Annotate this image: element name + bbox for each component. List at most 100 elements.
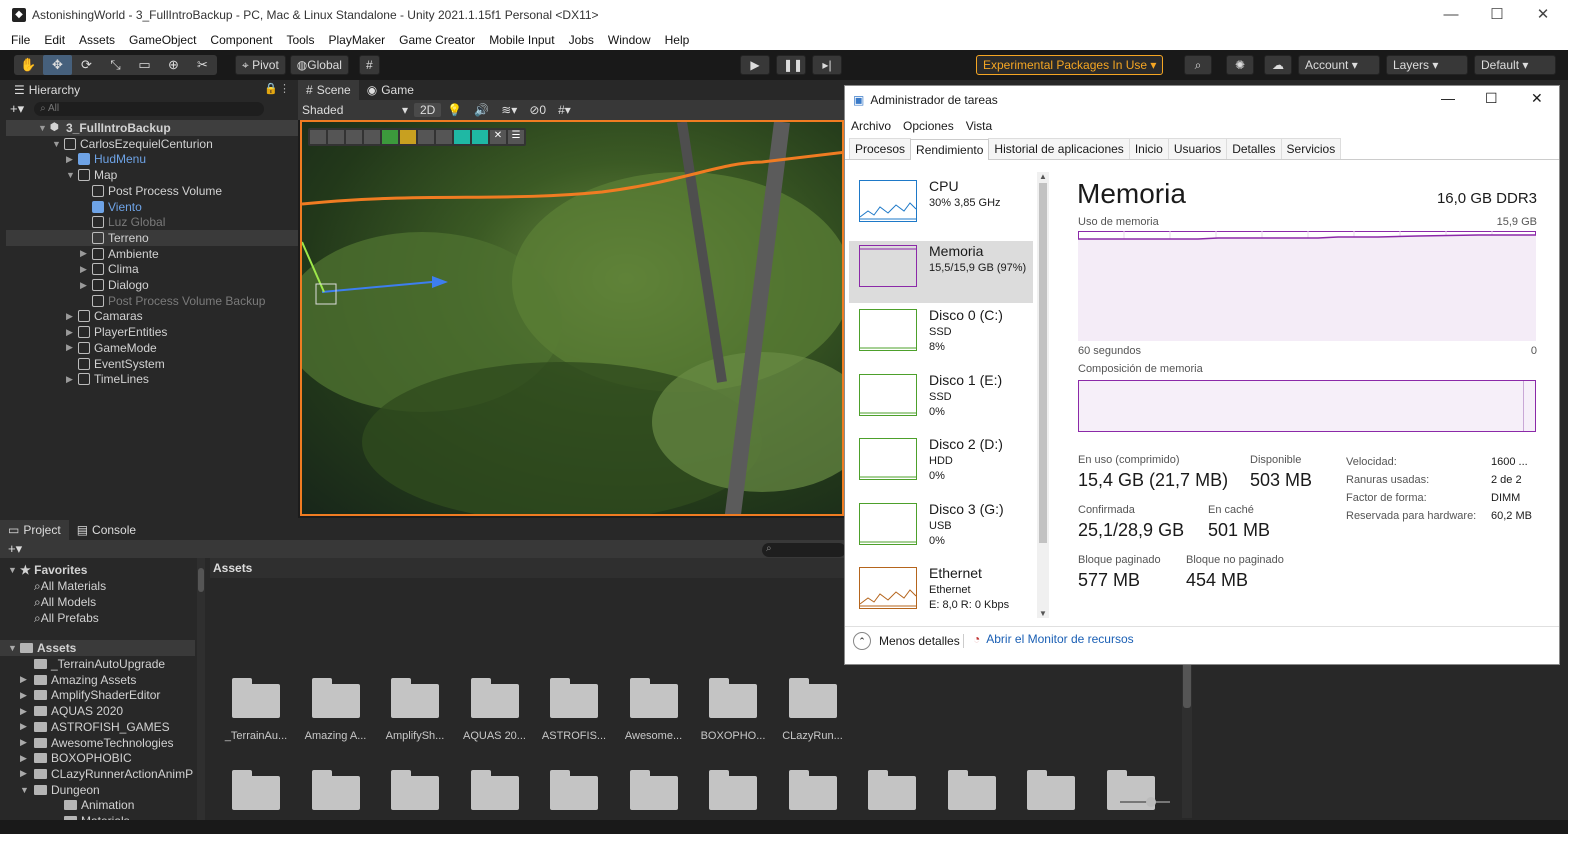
hierarchy-row[interactable]: Luz Global xyxy=(6,214,298,230)
favorites-header[interactable]: ▼ ★ Favorites xyxy=(8,562,87,578)
menu-mobile-input[interactable]: Mobile Input xyxy=(482,33,561,47)
expand-arrow-icon[interactable]: ▶ xyxy=(66,311,78,322)
menu-window[interactable]: Window xyxy=(601,33,658,47)
expand-arrow-icon[interactable]: ▶ xyxy=(80,264,92,275)
global-toggle[interactable]: ◍Global xyxy=(289,55,349,75)
resource-item[interactable]: Disco 3 (G:) USB 0% xyxy=(849,499,1033,561)
rotate-tool-icon[interactable]: ⟳ xyxy=(72,55,101,75)
expand-arrow-icon[interactable]: ▶ xyxy=(20,706,34,717)
folder-icon[interactable] xyxy=(311,770,360,810)
hierarchy-row[interactable]: ▶ Camaras xyxy=(6,308,298,324)
zoom-slider[interactable] xyxy=(1120,797,1170,807)
mode-2d-toggle[interactable]: 2D xyxy=(414,103,442,117)
resource-item[interactable]: Ethernet Ethernet E: 8,0 R: 0 Kbps xyxy=(849,563,1033,625)
folder-icon[interactable] xyxy=(470,678,519,718)
play-icon[interactable]: ▶ xyxy=(740,55,770,75)
overlay-tool-8-icon[interactable] xyxy=(436,130,452,144)
overlay-menu-icon[interactable]: ☰ xyxy=(508,130,524,144)
resource-item[interactable]: CPU 30% 3,85 GHz xyxy=(849,176,1033,238)
expand-arrow-icon[interactable]: ▶ xyxy=(20,690,34,701)
tab-game[interactable]: ◉ Game xyxy=(359,80,422,100)
overlay-close-icon[interactable]: ✕ xyxy=(490,130,506,144)
favorite-item[interactable]: ⌕ All Models xyxy=(34,594,96,610)
asset-folder-label[interactable]: BOXOPHO... xyxy=(693,730,773,742)
hierarchy-row[interactable]: ▶ Clima xyxy=(6,261,298,277)
asset-tree-item[interactable]: _TerrainAutoUpgrade xyxy=(20,656,165,672)
expand-arrow-icon[interactable]: ▼ xyxy=(20,785,34,795)
minimize-button[interactable]: — xyxy=(1428,0,1474,30)
hierarchy-row[interactable]: Post Process Volume Backup xyxy=(6,293,298,309)
hand-tool-icon[interactable]: ✋ xyxy=(14,55,43,75)
tab-project[interactable]: ▭ Project xyxy=(0,520,69,540)
assets-root[interactable]: ▼ Assets xyxy=(0,640,195,656)
hierarchy-row[interactable]: ▶ HudMenu xyxy=(6,151,298,167)
overlay-tool-9-icon[interactable] xyxy=(454,130,470,144)
folder-icon[interactable] xyxy=(947,770,996,810)
folder-icon[interactable] xyxy=(550,770,598,810)
menu-game-creator[interactable]: Game Creator xyxy=(392,33,482,47)
pivot-toggle[interactable]: ⌖ Pivot xyxy=(235,55,286,75)
menu-gameobject[interactable]: GameObject xyxy=(122,33,203,47)
tree-scrollbar[interactable] xyxy=(197,558,205,820)
hierarchy-row[interactable]: ▼ Map xyxy=(6,167,298,183)
hierarchy-row[interactable]: Viento xyxy=(6,199,298,215)
overlay-tool-1-icon[interactable] xyxy=(310,130,326,144)
resource-item[interactable]: Disco 0 (C:) SSD 8% xyxy=(849,305,1033,367)
hierarchy-row[interactable]: Terreno xyxy=(6,229,298,246)
hierarchy-row[interactable]: ▼ CarlosEzequielCenturion xyxy=(6,136,298,152)
create-button[interactable]: +▾ xyxy=(10,101,24,117)
pause-icon[interactable]: ❚❚ xyxy=(776,55,806,75)
asset-folder-label[interactable]: Amazing A... xyxy=(296,730,376,742)
tm-menu-archivo[interactable]: Archivo xyxy=(845,119,897,133)
hierarchy-row[interactable]: ▶ GameMode xyxy=(6,340,298,356)
grid-snap-icon[interactable]: # xyxy=(358,55,380,75)
tab-detalles[interactable]: Detalles xyxy=(1226,138,1282,159)
tab-inicio[interactable]: Inicio xyxy=(1128,138,1169,159)
expand-arrow-icon[interactable]: ▶ xyxy=(20,674,34,685)
menu-help[interactable]: Help xyxy=(658,33,697,47)
resource-item[interactable]: Disco 2 (D:) HDD 0% xyxy=(849,434,1033,496)
hierarchy-row[interactable]: ▶ PlayerEntities xyxy=(6,324,298,340)
folder-icon[interactable] xyxy=(232,770,280,810)
search-icon[interactable]: ⌕ xyxy=(1184,55,1212,75)
overlay-tool-2-icon[interactable] xyxy=(328,130,344,144)
tab-procesos[interactable]: Procesos xyxy=(849,138,912,159)
asset-tree-item[interactable]: ▶ Amazing Assets xyxy=(20,672,136,688)
tab-console[interactable]: ▤ Console xyxy=(69,520,144,540)
folder-icon[interactable] xyxy=(788,678,837,718)
services-icon[interactable]: ✺ xyxy=(1226,55,1254,75)
favorite-item[interactable]: ⌕ All Prefabs xyxy=(34,610,99,626)
expand-arrow-icon[interactable]: ▶ xyxy=(66,374,78,385)
menu-jobs[interactable]: Jobs xyxy=(562,33,601,47)
folder-icon[interactable] xyxy=(232,678,280,718)
asset-tree-item[interactable]: ▶ CLazyRunnerActionAnimP xyxy=(20,766,193,782)
overlay-tool-10-icon[interactable] xyxy=(472,130,488,144)
tab-usuarios[interactable]: Usuarios xyxy=(1167,138,1228,159)
hierarchy-row[interactable]: EventSystem xyxy=(6,356,298,372)
effects-icon[interactable]: ≋▾ xyxy=(495,103,523,117)
asset-tree-item[interactable]: Animation xyxy=(50,797,134,813)
expand-arrow-icon[interactable]: ▶ xyxy=(66,327,78,338)
hierarchy-tab[interactable]: ☰ Hierarchy xyxy=(6,80,88,100)
overlay-tool-6-icon[interactable] xyxy=(400,130,416,144)
panel-menu-icon[interactable]: ⋮ xyxy=(279,82,290,95)
close-button[interactable]: ✕ xyxy=(1520,0,1566,30)
menu-component[interactable]: Component xyxy=(203,33,279,47)
overlay-tool-7-icon[interactable] xyxy=(418,130,434,144)
rect-tool-icon[interactable]: ▭ xyxy=(130,55,159,75)
menu-edit[interactable]: Edit xyxy=(37,33,72,47)
tm-menu-opciones[interactable]: Opciones xyxy=(897,119,960,133)
folder-icon[interactable] xyxy=(470,770,519,810)
asset-folder-label[interactable]: AQUAS 20... xyxy=(455,730,535,742)
tab-servicios[interactable]: Servicios xyxy=(1280,138,1342,159)
lighting-icon[interactable]: 💡 xyxy=(441,103,468,117)
asset-tree-item[interactable]: ▶ AQUAS 2020 xyxy=(20,703,123,719)
folder-icon[interactable] xyxy=(629,770,678,810)
folder-icon[interactable] xyxy=(391,678,439,718)
expand-arrow-icon[interactable]: ▶ xyxy=(66,154,78,165)
shading-dropdown[interactable]: Shaded ▾ xyxy=(298,103,414,117)
scale-tool-icon[interactable]: ⤡ xyxy=(101,55,130,75)
project-create-button[interactable]: +▾ xyxy=(8,541,22,557)
tm-minimize-button[interactable]: — xyxy=(1441,90,1455,106)
expand-arrow-icon[interactable]: ▼ xyxy=(38,123,50,133)
